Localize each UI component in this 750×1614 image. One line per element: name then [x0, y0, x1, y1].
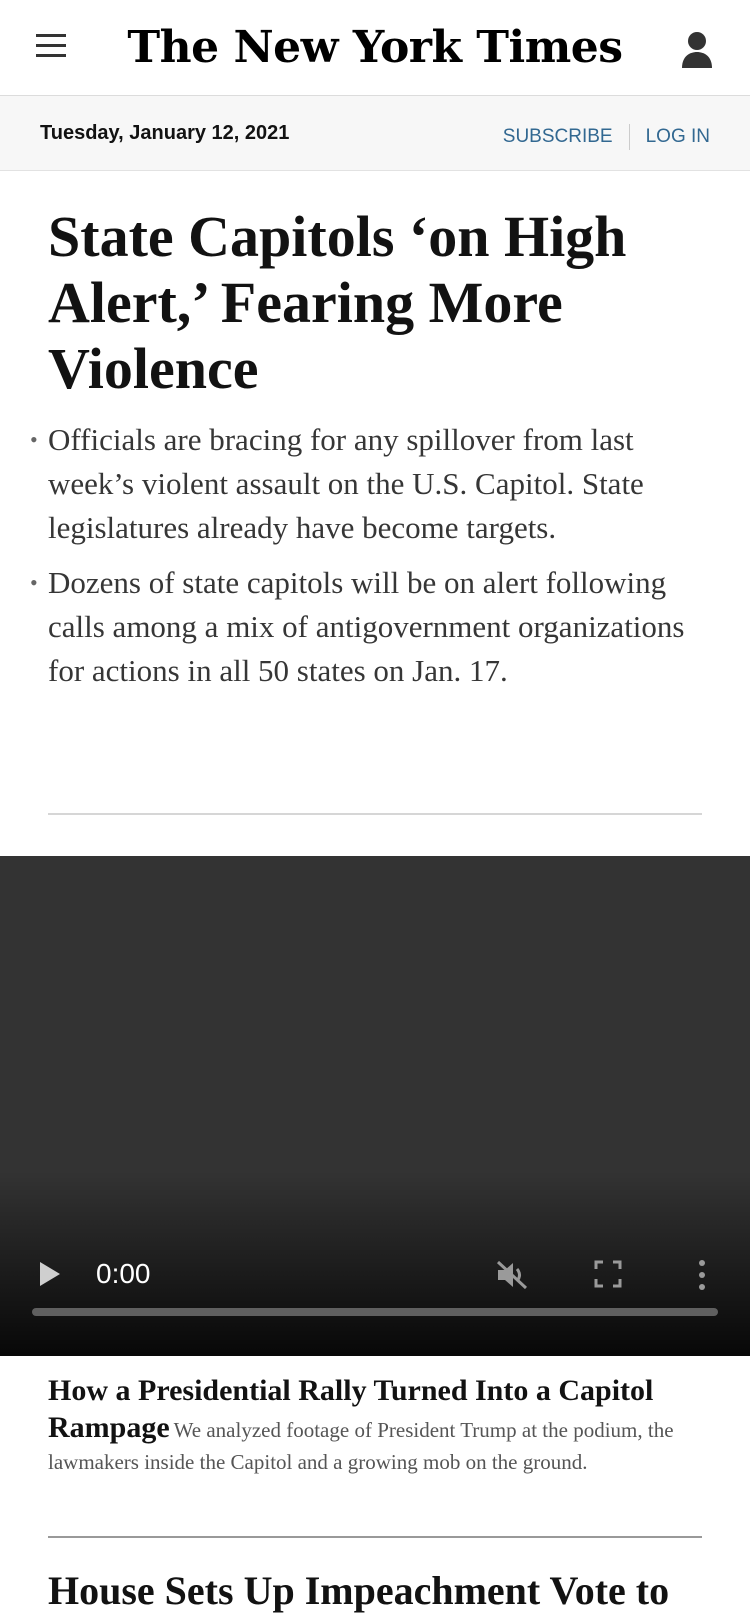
video-caption: How a Presidential Rally Turned Into a C…: [48, 1374, 708, 1480]
bullet-dot: •: [30, 427, 38, 452]
auth-divider: [628, 124, 630, 150]
video-time: 0:00: [96, 1258, 151, 1289]
nyt-logo[interactable]: The New York Times: [0, 22, 750, 73]
story-divider: [48, 1536, 702, 1538]
fullscreen-icon[interactable]: [594, 1260, 622, 1288]
more-options-icon[interactable]: [696, 1258, 708, 1292]
summary-text: Dozens of state capitols will be on aler…: [48, 565, 685, 688]
next-story-headline[interactable]: House Sets Up Impeachment Vote to: [48, 1568, 738, 1614]
muted-icon[interactable]: [494, 1258, 530, 1292]
auth-links: SUBSCRIBE LOG IN: [503, 124, 710, 150]
summary-item: • Dozens of state capitols will be on ale…: [0, 561, 708, 693]
video-progress-bar[interactable]: [32, 1308, 718, 1316]
date-bar: Tuesday, January 12, 2021 SUBSCRIBE LOG …: [0, 96, 750, 171]
summary-list: • Officials are bracing for any spillover…: [0, 418, 750, 704]
user-account-icon[interactable]: [680, 30, 714, 70]
bullet-dot: •: [30, 570, 38, 595]
summary-text: Officials are bracing for any spillover …: [48, 422, 644, 545]
current-date: Tuesday, January 12, 2021: [40, 122, 290, 144]
section-divider: [48, 813, 702, 815]
video-player[interactable]: 0:00: [0, 856, 750, 1356]
login-link[interactable]: LOG IN: [646, 126, 710, 148]
summary-item: • Officials are bracing for any spillover…: [0, 418, 708, 550]
article-headline[interactable]: State Capitols ‘on High Alert,’ Fearing …: [48, 204, 708, 402]
top-bar: The New York Times: [0, 0, 750, 96]
play-icon[interactable]: [38, 1260, 62, 1288]
subscribe-link[interactable]: SUBSCRIBE: [503, 126, 613, 148]
